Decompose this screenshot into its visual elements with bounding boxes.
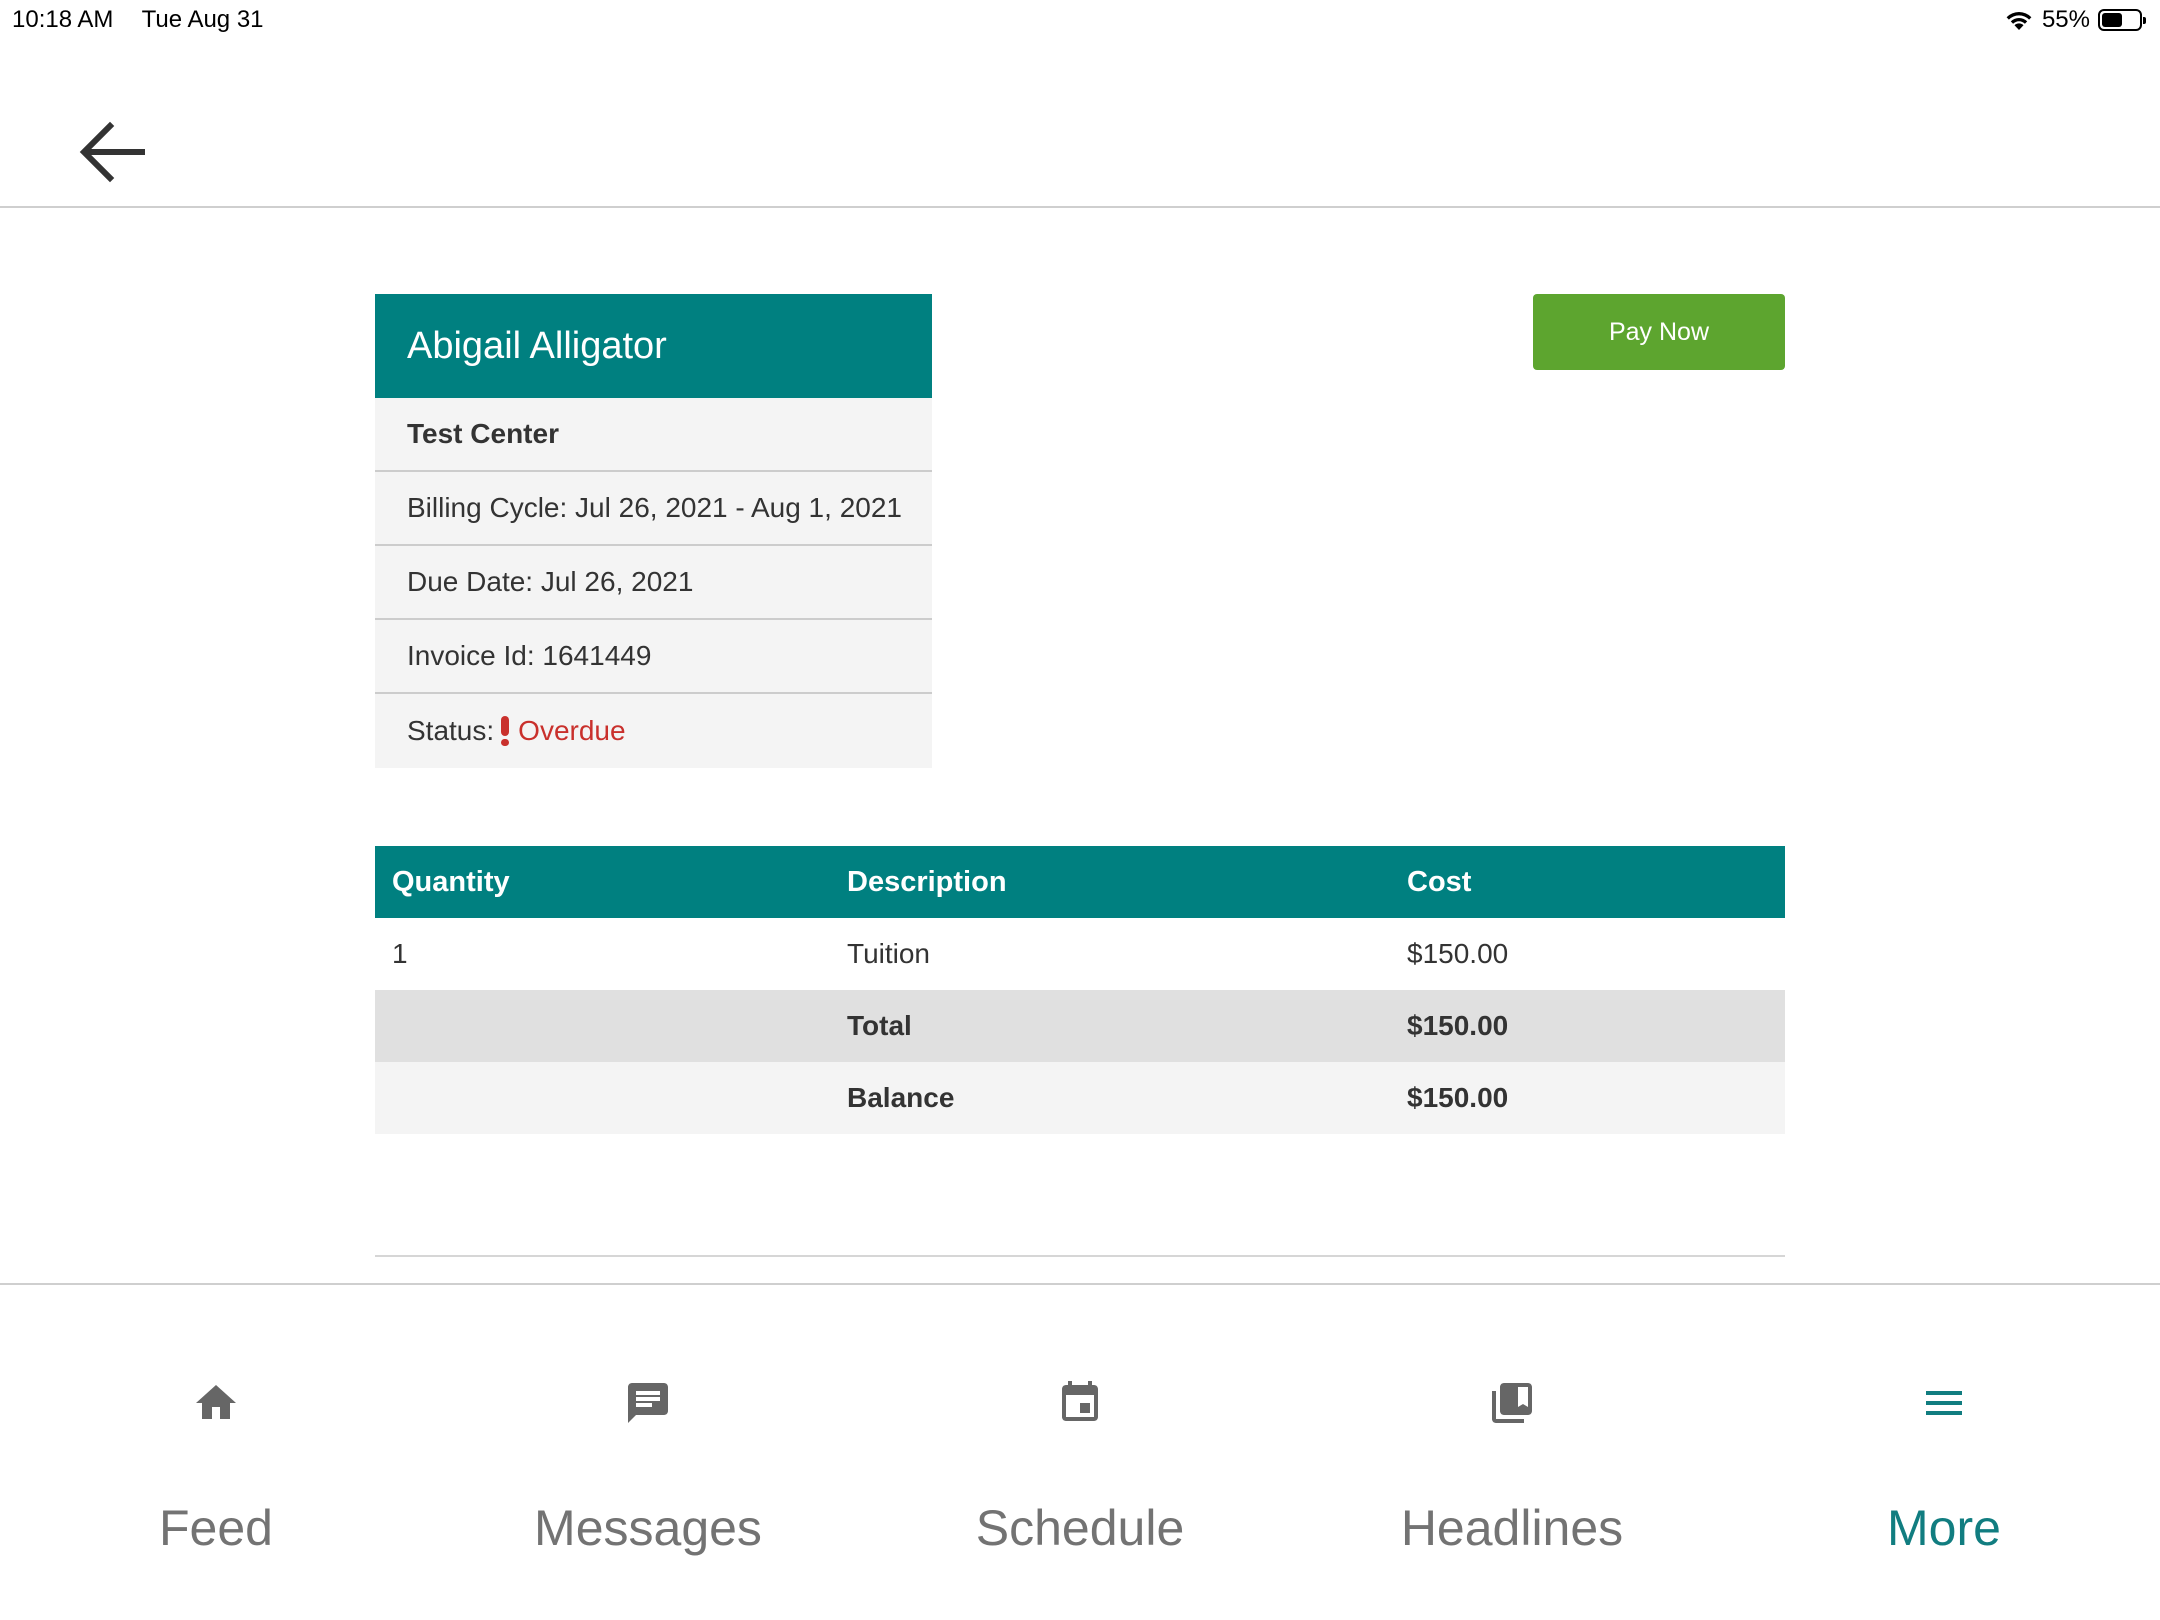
tab-more[interactable]: More — [1728, 1285, 2160, 1620]
home-icon — [196, 1385, 236, 1419]
status-indicators: 55% — [2004, 6, 2146, 34]
balance-empty-cell — [375, 1062, 830, 1134]
message-icon — [628, 1383, 668, 1423]
status-time: 10:18 AM — [12, 6, 114, 33]
tab-label-headlines: Headlines — [1400, 1500, 1624, 1556]
back-button[interactable] — [70, 110, 154, 194]
cell-description: Tuition — [830, 918, 1390, 990]
tab-feed[interactable]: Feed — [0, 1285, 432, 1620]
balance-label: Balance — [830, 1062, 1390, 1134]
battery-level — [2102, 13, 2122, 27]
center-name: Test Center — [375, 398, 932, 472]
menu-icon — [1926, 1391, 1962, 1415]
table-header-row: Quantity Description Cost — [375, 846, 1785, 918]
total-row: Total $150.00 — [375, 990, 1785, 1062]
cell-cost: $150.00 — [1390, 918, 1785, 990]
tab-label-feed: Feed — [159, 1500, 273, 1556]
cell-quantity: 1 — [375, 918, 830, 990]
tab-label-schedule: Schedule — [975, 1500, 1185, 1556]
total-label: Total — [830, 990, 1390, 1062]
arrow-left-icon — [79, 121, 145, 183]
content-divider — [375, 1255, 1785, 1257]
balance-row: Balance $150.00 — [375, 1062, 1785, 1134]
battery-icon — [2098, 9, 2146, 31]
due-date: Due Date: Jul 26, 2021 — [375, 546, 932, 620]
status-label: Status: — [407, 715, 495, 746]
invoice-id: Invoice Id: 1641449 — [375, 620, 932, 694]
top-header — [0, 40, 2160, 208]
tab-label-more: More — [1887, 1500, 2001, 1556]
battery-percent: 55% — [2041, 6, 2090, 33]
table-row: 1 Tuition $150.00 — [375, 918, 1785, 990]
invoice-info-card: Abigail Alligator Test Center Billing Cy… — [375, 294, 932, 768]
balance-value: $150.00 — [1390, 1062, 1785, 1134]
status-time-date: 10:18 AM Tue Aug 31 — [12, 6, 286, 34]
pay-now-button[interactable]: Pay Now — [1533, 294, 1785, 370]
header-quantity: Quantity — [375, 846, 830, 918]
tab-messages[interactable]: Messages — [432, 1285, 864, 1620]
student-name: Abigail Alligator — [375, 294, 932, 398]
tab-schedule[interactable]: Schedule — [864, 1285, 1296, 1620]
header-description: Description — [830, 846, 1390, 918]
status-value: Overdue — [518, 715, 626, 746]
invoice-table: Quantity Description Cost 1 Tuition $150… — [375, 846, 1785, 1134]
status-date: Tue Aug 31 — [141, 6, 264, 33]
calendar-icon — [1062, 1381, 1098, 1421]
total-value: $150.00 — [1390, 990, 1785, 1062]
tab-label-messages: Messages — [534, 1500, 762, 1556]
status-bar: 10:18 AM Tue Aug 31 55% — [0, 0, 2160, 40]
billing-cycle: Billing Cycle: Jul 26, 2021 - Aug 1, 202… — [375, 472, 932, 546]
exclamation-icon — [500, 716, 510, 746]
headlines-icon — [1492, 1383, 1532, 1423]
bottom-tab-bar: Feed Messages Schedule Headlines More — [0, 1283, 2160, 1620]
wifi-icon — [2006, 12, 2032, 30]
header-cost: Cost — [1390, 846, 1785, 918]
invoice-status: Status: Overdue — [375, 694, 932, 768]
tab-headlines[interactable]: Headlines — [1296, 1285, 1728, 1620]
total-empty-cell — [375, 990, 830, 1062]
